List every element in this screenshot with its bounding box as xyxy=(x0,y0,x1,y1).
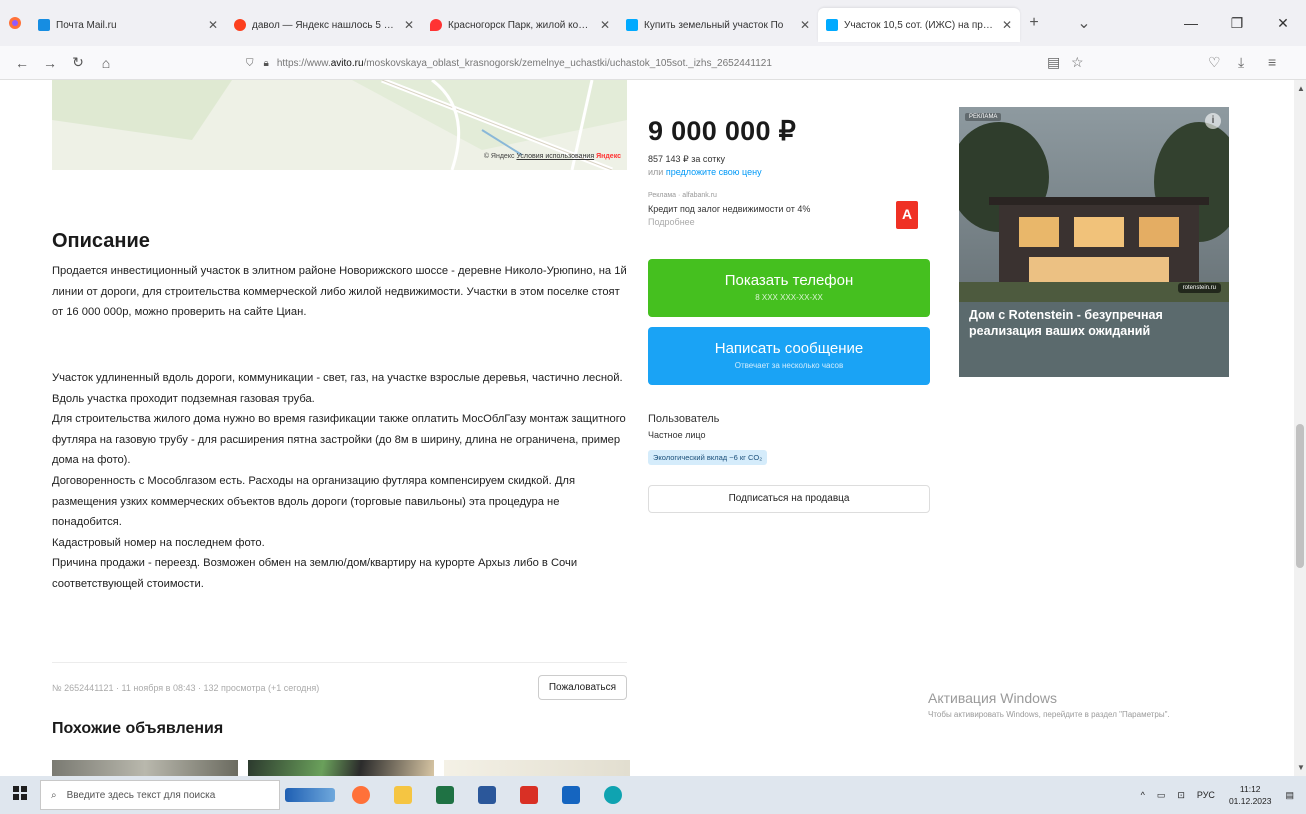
taskbar-search-input[interactable]: ⌕ Введите здесь текст для поиска xyxy=(40,780,280,810)
mail-favicon-icon xyxy=(38,19,50,31)
close-icon[interactable]: ✕ xyxy=(600,18,610,32)
complain-button[interactable]: Пожаловаться xyxy=(537,675,627,700)
price: 9 000 000 ₽ xyxy=(648,116,797,146)
description-title: Описание xyxy=(52,230,150,252)
scroll-up-arrow-icon[interactable]: ▲ xyxy=(1297,84,1305,93)
page-content: © Яндекс Условия использования Яндекс Оп… xyxy=(0,80,1294,776)
map-terms-link[interactable]: Условия использования xyxy=(516,153,594,160)
listing-meta-row: № 2652441121 · 11 ноября в 08:43 · 132 п… xyxy=(52,662,627,712)
windows-start-icon[interactable] xyxy=(0,785,40,805)
map[interactable]: © Яндекс Условия использования Яндекс xyxy=(52,80,627,170)
weather-app-icon[interactable] xyxy=(280,780,340,810)
clock[interactable]: 11:12 01.12.2023 xyxy=(1229,783,1272,807)
info-icon[interactable]: i xyxy=(1205,113,1221,129)
alfa-bank-logo[interactable]: А xyxy=(896,201,918,229)
yandex-favicon-icon xyxy=(234,19,246,31)
language-indicator[interactable]: РУС xyxy=(1197,790,1215,800)
ad-label: Реклама · alfabank.ru xyxy=(648,192,717,199)
map-pin-icon xyxy=(430,19,442,31)
bookmark-star-icon[interactable]: ☆ xyxy=(1071,54,1084,71)
url-bar[interactable]: ⛉ 🔒︎ https://www. avito.ru/moskovskaya_ob… xyxy=(246,50,1090,76)
credit-ad-text[interactable]: Кредит под залог недвижимости от 4% xyxy=(648,204,810,214)
close-window-button[interactable]: ✕ xyxy=(1260,15,1306,32)
extensions-icon[interactable]: ≡ xyxy=(1268,54,1276,70)
windows-taskbar: ⌕ Введите здесь текст для поиска ^ ▭ ⊡ Р… xyxy=(0,776,1306,814)
restore-button[interactable]: ❐ xyxy=(1214,15,1260,32)
suggest-price-link[interactable]: или предложите свою цену xyxy=(648,167,762,177)
ad-banner[interactable]: РЕКЛАМА i rotenstein.ru Дом с Rotenstein… xyxy=(959,107,1229,377)
similar-listing-image[interactable] xyxy=(444,760,630,776)
description-paragraph-1: Продается инвестиционный участок в элитн… xyxy=(52,265,627,319)
system-tray: ^ ▭ ⊡ РУС 11:12 01.12.2023 ▤ xyxy=(1135,776,1306,814)
tab-yandex-search[interactable]: давол — Яндекс нашлось 5 тыс. ✕ xyxy=(226,8,422,42)
close-icon[interactable]: ✕ xyxy=(800,18,810,32)
scrollbar-thumb[interactable] xyxy=(1296,424,1304,568)
forward-arrow-icon[interactable]: → xyxy=(36,55,64,71)
home-icon[interactable]: ⌂ xyxy=(92,55,120,71)
seller-type: Частное лицо xyxy=(648,430,706,440)
edge-icon[interactable] xyxy=(592,780,634,810)
tab-mail[interactable]: Почта Mail.ru ✕ xyxy=(30,8,226,42)
tab-avito-search[interactable]: Купить земельный участок По ✕ xyxy=(618,8,818,42)
word-icon[interactable] xyxy=(466,780,508,810)
close-icon[interactable]: ✕ xyxy=(208,18,218,32)
ad-brand-tag: rotenstein.ru xyxy=(1177,283,1221,293)
chevron-up-icon[interactable]: ^ xyxy=(1141,790,1145,800)
scroll-down-arrow-icon[interactable]: ▼ xyxy=(1297,763,1305,772)
close-icon[interactable]: ✕ xyxy=(404,18,414,32)
search-icon: ⌕ xyxy=(51,789,57,801)
similar-listing-image[interactable] xyxy=(52,760,238,776)
price-per-sotka: 857 143 ₽ за сотку xyxy=(648,154,725,164)
firefox-menu-icon[interactable] xyxy=(0,0,30,46)
credit-more-link[interactable]: Подробнее xyxy=(648,217,695,227)
subscribe-seller-button[interactable]: Подписаться на продавца xyxy=(648,485,930,513)
photos-icon[interactable] xyxy=(550,780,592,810)
page-scrollbar[interactable]: ▲ ▼ xyxy=(1294,80,1306,776)
similar-listings-title: Похожие объявления xyxy=(52,720,224,737)
minimize-button[interactable]: — xyxy=(1168,15,1214,31)
write-message-button[interactable]: Написать сообщение Отвечает за несколько… xyxy=(648,327,930,385)
file-explorer-icon[interactable] xyxy=(382,780,424,810)
seller-name[interactable]: Пользователь xyxy=(648,413,719,425)
reader-view-icon[interactable]: ▤ xyxy=(1047,54,1060,71)
browser-nav-bar: ← → ↻ ⌂ ⛉ 🔒︎ https://www. avito.ru/moskov… xyxy=(0,46,1306,80)
firefox-taskbar-icon[interactable] xyxy=(340,780,382,810)
listing-meta: № 2652441121 · 11 ноября в 08:43 · 132 п… xyxy=(52,682,320,693)
avito-favicon-icon xyxy=(626,19,638,31)
shield-icon[interactable]: ⛉ xyxy=(246,58,254,69)
network-icon[interactable]: ⊡ xyxy=(1177,790,1185,801)
tab-krasnogorsk-park[interactable]: Красногорск Парк, жилой комплекс ✕ xyxy=(422,8,618,42)
notifications-icon[interactable]: ▤ xyxy=(1285,790,1294,801)
ad-reklama-label: РЕКЛАМА xyxy=(965,113,1002,121)
new-tab-button[interactable]: + xyxy=(1020,14,1048,32)
pdf-reader-icon[interactable] xyxy=(508,780,550,810)
reload-icon[interactable]: ↻ xyxy=(64,54,92,71)
map-copyright: © Яндекс Условия использования Яндекс xyxy=(483,153,621,160)
ad-text: Дом с Rotenstein - безупречная реализаци… xyxy=(969,308,1163,338)
show-phone-button[interactable]: Показать телефон 8 XXX XXX-XX-XX xyxy=(648,259,930,317)
tab-avito-listing[interactable]: Участок 10,5 сот. (ИЖС) на продажу ✕ xyxy=(818,8,1020,42)
windows-activation-watermark: Активация Windows Чтобы активировать Win… xyxy=(928,690,1170,719)
close-icon[interactable]: ✕ xyxy=(1002,18,1012,32)
battery-icon[interactable]: ▭ xyxy=(1157,790,1166,801)
tab-list-chevron-icon[interactable]: ⌄ xyxy=(1070,13,1098,33)
avito-favicon-icon xyxy=(826,19,838,31)
back-arrow-icon[interactable]: ← xyxy=(8,55,36,71)
downloads-icon[interactable]: ⤓ xyxy=(1238,54,1244,71)
eco-badge[interactable]: Экологический вклад ~6 кг CO₂ xyxy=(648,450,768,465)
similar-listing-image[interactable] xyxy=(248,760,434,776)
pocket-icon[interactable]: ♡ xyxy=(1208,54,1221,71)
excel-icon[interactable] xyxy=(424,780,466,810)
lock-icon[interactable]: 🔒︎ xyxy=(264,58,269,69)
description-paragraph-2: Участок удлиненный вдоль дороги, коммуни… xyxy=(52,372,626,590)
browser-tab-bar: Почта Mail.ru ✕ давол — Яндекс нашлось 5… xyxy=(0,0,1306,46)
